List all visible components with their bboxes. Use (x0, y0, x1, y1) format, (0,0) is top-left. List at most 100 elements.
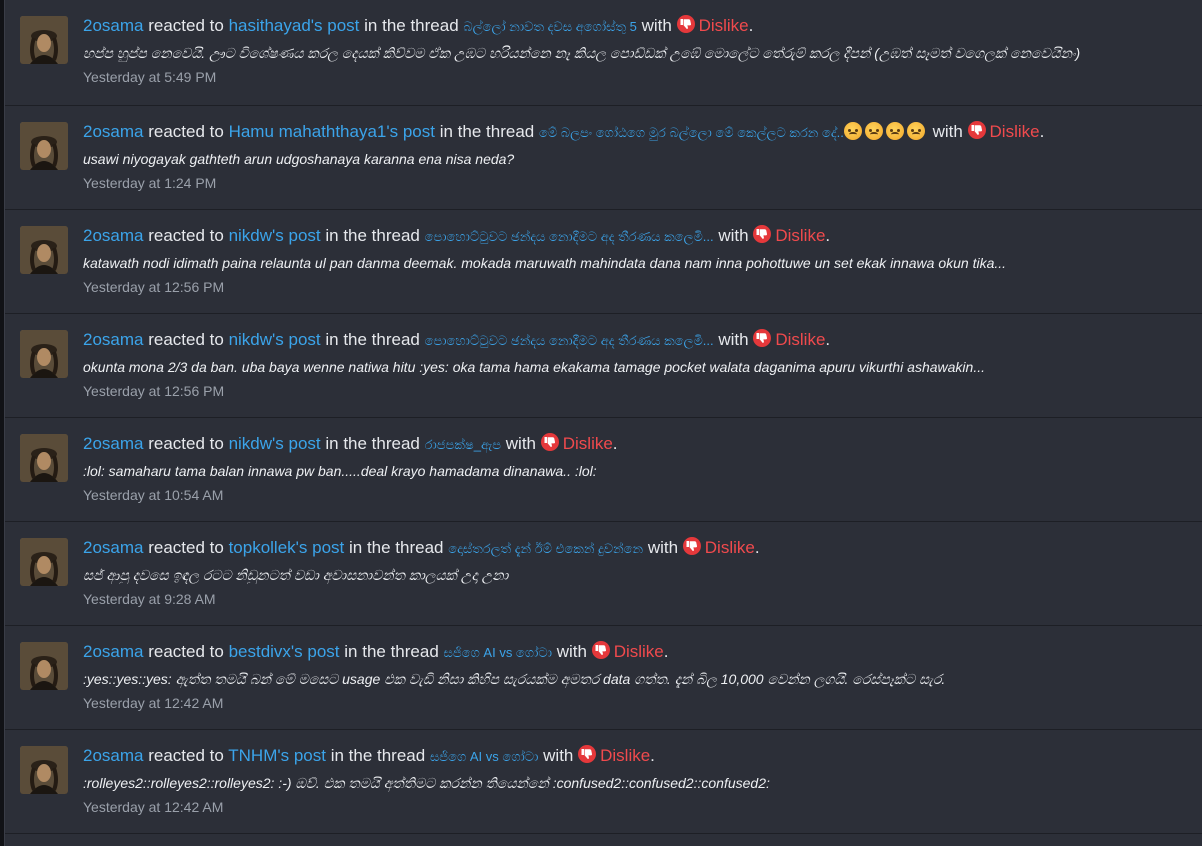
reacted-to-text: reacted to (148, 16, 224, 35)
thread-title[interactable]: සජිගෙ AI vs ගෝටා (444, 645, 552, 660)
post-snippet: හප්ප හුප්ප නෙවෙයි. ඌට විශේෂණය කරල දෙයක් … (83, 45, 1081, 61)
reaction-item: 2osama reacted to bestdivx's post in the… (5, 626, 1202, 730)
post-link[interactable]: nikdw's post (229, 434, 321, 453)
reaction-label: Dislike (704, 538, 755, 557)
thumbs-down-icon (676, 15, 695, 33)
avatar-icon[interactable] (20, 538, 68, 586)
reaction-summary: 2osama reacted to topkollek's post in th… (83, 536, 1183, 561)
user-link[interactable]: 2osama (83, 16, 143, 35)
in-the-thread-text: in the thread (325, 330, 420, 349)
post-snippet: usawi niyogayak gathteth arun udgoshanay… (83, 151, 515, 167)
reaction-item: 2osama reacted to topkollek's post in th… (5, 522, 1202, 626)
thread-title[interactable]: පොහොට්ටුවට ඡන්දය නොදීමට අද තීරණය කලෙමි..… (425, 229, 714, 244)
thread-title[interactable]: පොහොට්ටුවට ඡන්දය නොදීමට අද තීරණය කලෙමි..… (425, 333, 714, 348)
reaction-item: 2osama reacted to hasithayad's post in t… (5, 0, 1202, 106)
thumbs-down-icon (682, 537, 701, 555)
reaction-summary: 2osama reacted to nikdw's post in the th… (83, 432, 1183, 457)
reaction-label: Dislike (562, 434, 613, 453)
user-link[interactable]: 2osama (83, 642, 143, 661)
user-link[interactable]: 2osama (83, 746, 143, 765)
user-link[interactable]: 2osama (83, 330, 143, 349)
post-link[interactable]: hasithayad's post (229, 16, 360, 35)
user-link[interactable]: 2osama (83, 226, 143, 245)
timestamp[interactable]: Yesterday at 5:49 PM (83, 68, 1183, 86)
news-feed: 2osama reacted to hasithayad's post in t… (4, 0, 1202, 846)
with-text: with (543, 746, 574, 765)
thread-title[interactable]: බල්ලෝ නාවත දවස අගෝස්තු 5 (463, 19, 636, 34)
post-link[interactable]: TNHM's post (228, 746, 326, 765)
avatar-icon[interactable] (20, 226, 68, 274)
in-the-thread-text: in the thread (344, 642, 439, 661)
thread-link[interactable]: පොහොට්ටුවට ඡන්දය නොදීමට අද තීරණය කලෙමි..… (425, 229, 714, 244)
avatar-icon[interactable] (20, 330, 68, 378)
post-snippet: okunta mona 2/3 da ban. uba baya wenne n… (83, 359, 985, 375)
reaction-content: 2osama reacted to TNHM's post in the thr… (83, 744, 1183, 816)
post-link[interactable]: Hamu mahaththaya1's post (229, 122, 435, 141)
avatar-icon[interactable] (20, 16, 68, 64)
thread-link[interactable]: බල්ලෝ නාවත දවස අගෝස්තු 5 (463, 19, 636, 34)
post-snippet: සජ් ආපු දවසෙ ඉඳල රටට නිඩුනටත් වඩා අවාසනා… (83, 567, 509, 583)
timestamp[interactable]: Yesterday at 9:28 AM (83, 590, 1183, 608)
thread-link[interactable]: රාජපක්ෂ_ඇප (425, 437, 501, 452)
reaction-content: 2osama reacted to nikdw's post in the th… (83, 224, 1183, 296)
reacted-to-text: reacted to (148, 434, 224, 453)
post-link[interactable]: nikdw's post (229, 330, 321, 349)
post-link[interactable]: bestdivx's post (229, 642, 340, 661)
reaction-label: Dislike (775, 226, 826, 245)
reaction-summary: 2osama reacted to nikdw's post in the th… (83, 224, 1183, 249)
with-text: with (505, 434, 536, 453)
thread-link[interactable]: මේ බලපං ගෝඨගෙ මුර බල්ලො මේ කෙල්ලට කරන දේ… (539, 122, 928, 140)
post-link[interactable]: topkollek's post (229, 538, 345, 557)
thread-link[interactable]: පොහොට්ටුවට ඡන්දය නොදීමට අද තීරණය කලෙමි..… (425, 333, 714, 348)
thread-title[interactable]: රාජපක්ෂ_ඇප (425, 437, 501, 452)
avatar-icon[interactable] (20, 642, 68, 690)
thread-link[interactable]: දොස්තරලත් දැන් ඊම් එකෙන් දුවන්නෙ (448, 541, 643, 556)
avatar-icon[interactable] (20, 122, 68, 170)
thread-title[interactable]: සජිගෙ AI vs ගෝටා (430, 749, 538, 764)
reaction-label: Dislike (698, 16, 749, 35)
reaction-summary: 2osama reacted to nikdw's post in the th… (83, 328, 1183, 353)
post-snippet: katawath nodi idimath paina relaunta ul … (83, 255, 1007, 271)
in-the-thread-text: in the thread (349, 538, 444, 557)
reaction-item: 2osama reacted to nikdw's post in the th… (5, 210, 1202, 314)
reaction-label: Dislike (600, 746, 651, 765)
avatar-icon[interactable] (20, 746, 68, 794)
timestamp[interactable]: Yesterday at 12:42 AM (83, 798, 1183, 816)
thumbs-down-icon (967, 121, 986, 139)
user-link[interactable]: 2osama (83, 434, 143, 453)
timestamp[interactable]: Yesterday at 12:56 PM (83, 382, 1183, 400)
user-link[interactable]: 2osama (83, 122, 143, 141)
in-the-thread-text: in the thread (364, 16, 459, 35)
user-link[interactable]: 2osama (83, 538, 143, 557)
reacted-to-text: reacted to (148, 538, 224, 557)
reacted-to-text: reacted to (148, 330, 224, 349)
reacted-to-text: reacted to (148, 746, 224, 765)
avatar-icon[interactable] (20, 434, 68, 482)
thread-title[interactable]: දොස්තරලත් දැන් ඊම් එකෙන් දුවන්නෙ (448, 541, 643, 556)
reaction-label: Dislike (613, 642, 664, 661)
with-text: with (718, 330, 749, 349)
period: . (825, 330, 831, 349)
post-link[interactable]: nikdw's post (229, 226, 321, 245)
period: . (754, 538, 760, 557)
period: . (748, 16, 754, 35)
reaction-content: 2osama reacted to bestdivx's post in the… (83, 640, 1183, 712)
thread-link[interactable]: සජිගෙ AI vs ගෝටා (444, 645, 552, 660)
thread-link[interactable]: සජිගෙ AI vs ගෝටා (430, 749, 538, 764)
thumbs-down-icon (591, 641, 610, 659)
reacted-to-text: reacted to (148, 226, 224, 245)
timestamp[interactable]: Yesterday at 1:24 PM (83, 174, 1183, 192)
timestamp[interactable]: Yesterday at 12:42 AM (83, 694, 1183, 712)
with-text: with (932, 122, 963, 141)
reaction-content: 2osama reacted to nikdw's post in the th… (83, 432, 1183, 504)
thread-title[interactable]: මේ බලපං ගෝඨගෙ මුර බල්ලො මේ කෙල්ලට කරන දේ… (539, 125, 844, 140)
post-snippet: :lol: samaharu tama balan innawa pw ban.… (83, 463, 597, 479)
reaction-content: 2osama reacted to Hamu mahaththaya1's po… (83, 120, 1183, 192)
in-the-thread-text: in the thread (325, 226, 420, 245)
timestamp[interactable]: Yesterday at 10:54 AM (83, 486, 1183, 504)
timestamp[interactable]: Yesterday at 12:56 PM (83, 278, 1183, 296)
in-the-thread-text: in the thread (439, 122, 535, 141)
period: . (825, 226, 831, 245)
reaction-summary: 2osama reacted to TNHM's post in the thr… (83, 744, 1183, 769)
reaction-summary: 2osama reacted to hasithayad's post in t… (83, 14, 1183, 39)
